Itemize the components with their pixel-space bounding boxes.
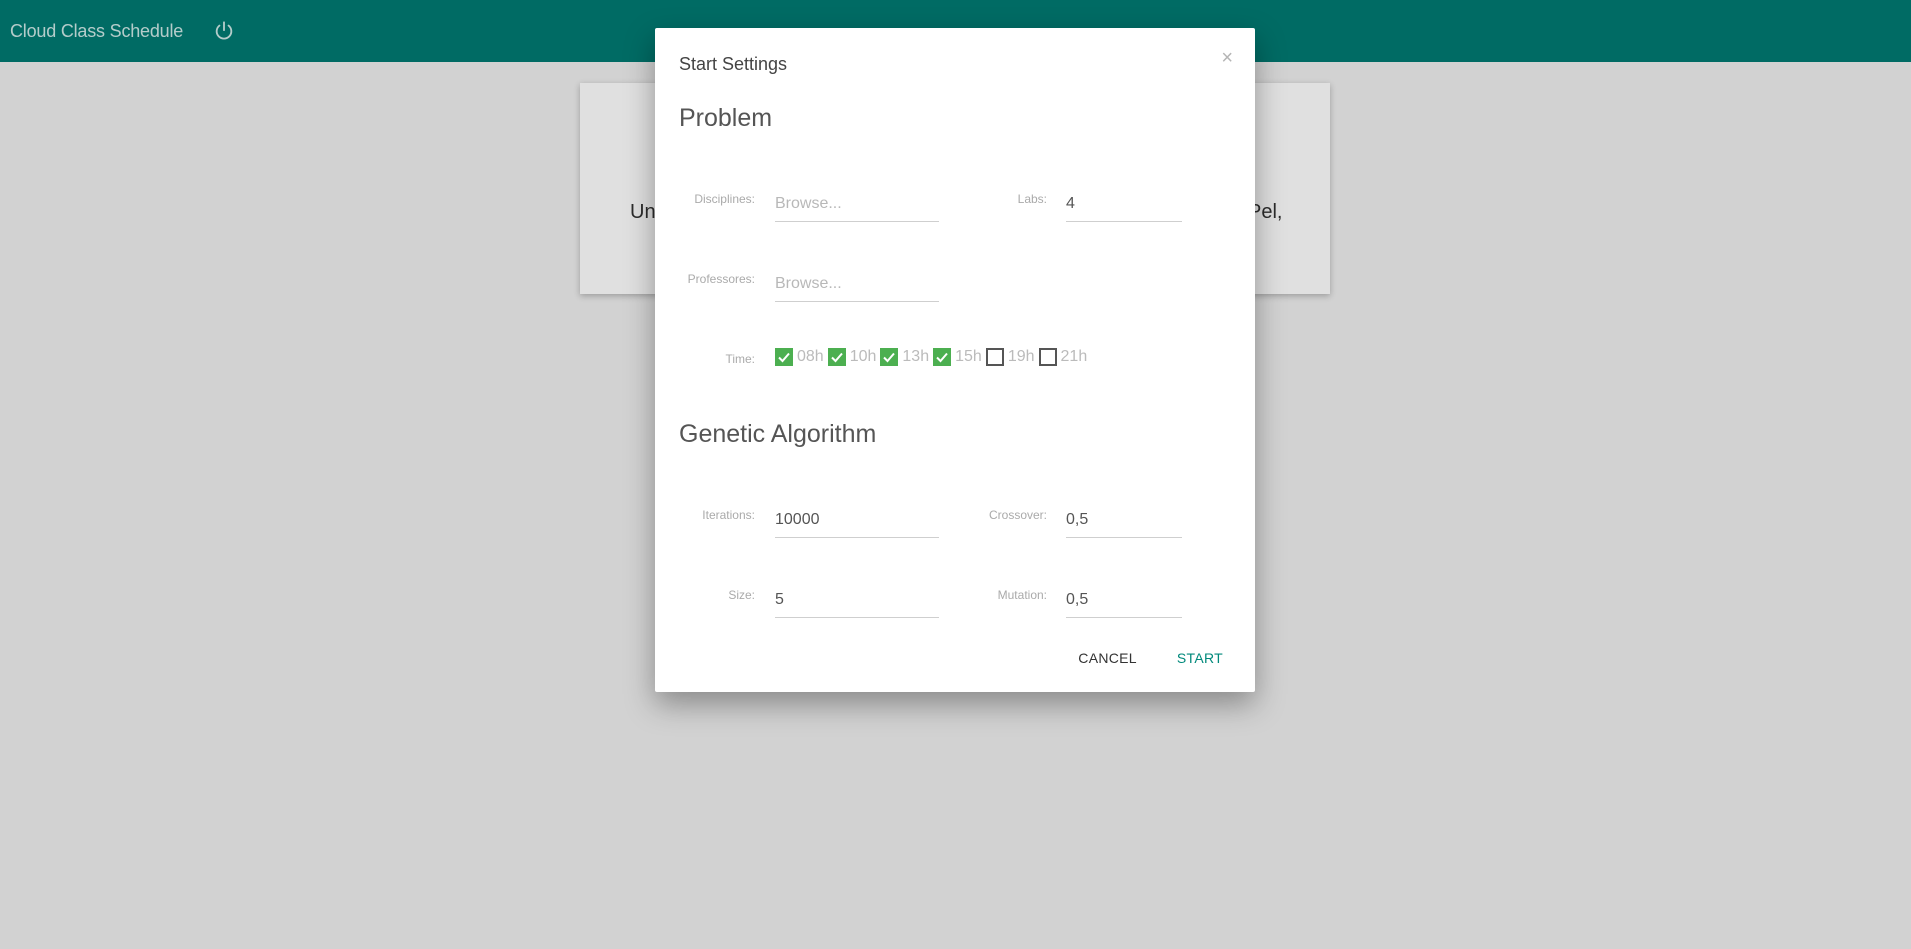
disciplines-input[interactable]	[775, 187, 939, 222]
time-option-08h[interactable]: 08h	[775, 348, 824, 366]
time-option-19h[interactable]: 19h	[985, 348, 1035, 366]
checkbox-unchecked-icon[interactable]	[985, 348, 1004, 366]
mutation-input[interactable]	[1066, 583, 1182, 618]
checkbox-checked-icon[interactable]	[933, 348, 952, 366]
time-option-10h[interactable]: 10h	[827, 348, 877, 366]
cancel-button[interactable]: CANCEL	[1068, 642, 1147, 674]
mutation-label: Mutation:	[997, 588, 1047, 602]
modal-title: Start Settings	[679, 54, 788, 74]
page: Cloud Class Schedule Un Pel, Start Setti…	[0, 0, 1911, 949]
size-input[interactable]	[775, 583, 939, 618]
close-icon[interactable]: ×	[1221, 48, 1233, 68]
time-option-15h[interactable]: 15h	[933, 348, 982, 366]
time-option-label: 15h	[955, 348, 982, 365]
time-option-label: 13h	[902, 348, 930, 365]
crossover-label: Crossover:	[988, 508, 1047, 522]
time-option-13h[interactable]: 13h	[880, 348, 929, 366]
professores-label: Professores:	[687, 272, 755, 286]
time-checkbox-group: 08h 10h 13h 15h 19h 21h	[775, 348, 1091, 366]
crossover-input[interactable]	[1066, 503, 1182, 538]
time-label: Time:	[725, 352, 755, 366]
modal-footer: CANCEL START	[1068, 642, 1233, 674]
size-label: Size:	[728, 588, 755, 602]
time-option-label: 10h	[849, 348, 877, 365]
checkbox-checked-icon[interactable]	[827, 348, 846, 366]
disciplines-label: Disciplines:	[694, 192, 755, 206]
time-option-label: 19h	[1007, 348, 1035, 365]
time-option-label: 08h	[797, 348, 824, 365]
time-option-label: 21h	[1060, 348, 1088, 365]
professores-input[interactable]	[775, 267, 939, 302]
problem-section-title: Problem	[679, 104, 773, 132]
start-button[interactable]: START	[1167, 642, 1233, 674]
start-settings-modal: Start Settings × Problem Disciplines: La…	[655, 28, 1255, 692]
checkbox-checked-icon[interactable]	[775, 348, 793, 366]
time-option-21h[interactable]: 21h	[1038, 348, 1088, 366]
labs-label: Labs:	[1017, 192, 1047, 206]
iterations-label: Iterations:	[702, 508, 755, 522]
labs-input[interactable]	[1066, 187, 1182, 222]
iterations-input[interactable]	[775, 503, 939, 538]
genetic-algorithm-section-title: Genetic Algorithm	[679, 420, 877, 448]
checkbox-checked-icon[interactable]	[880, 348, 899, 366]
checkbox-unchecked-icon[interactable]	[1038, 348, 1057, 366]
